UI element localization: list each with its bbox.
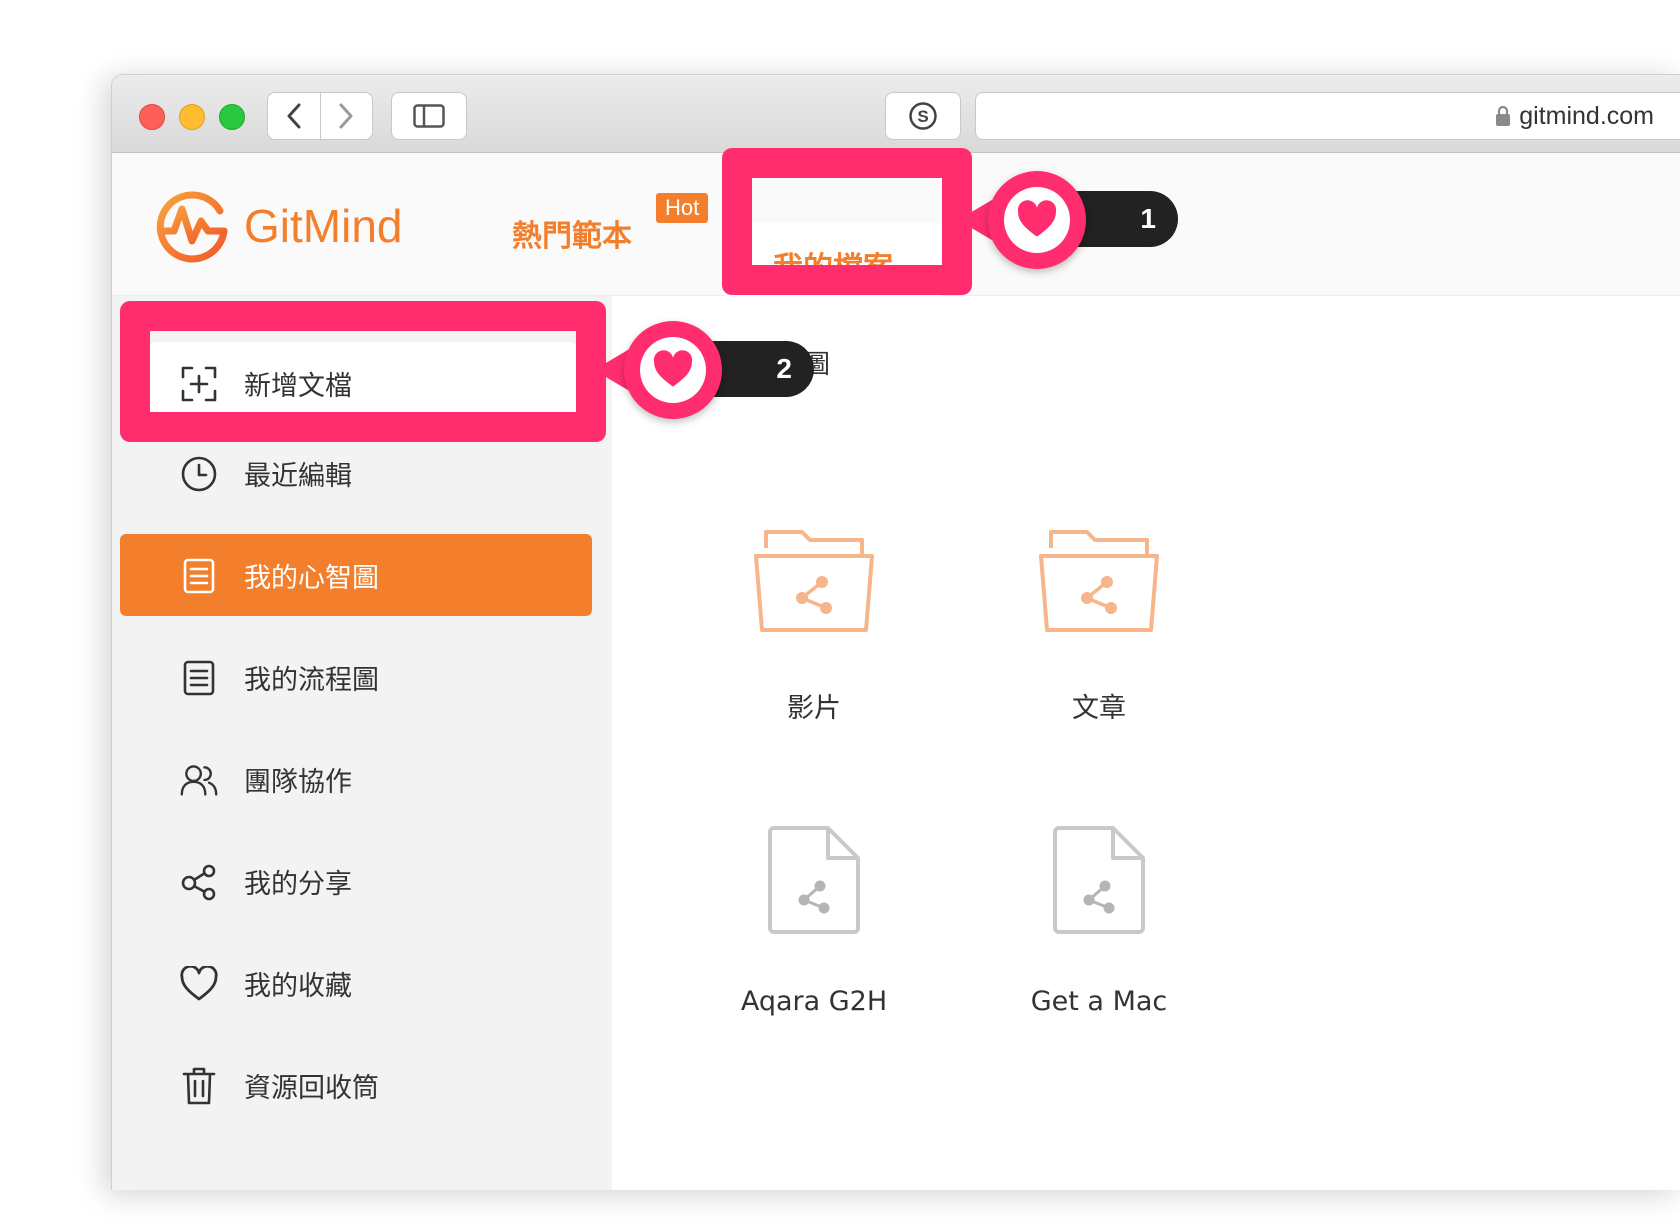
trash-icon [180, 1067, 218, 1105]
close-window-button[interactable] [139, 104, 165, 130]
sidebar-item-label: 最近編輯 [244, 460, 352, 492]
folder-icon [694, 516, 934, 636]
sidebar-item-label: 團隊協作 [244, 766, 352, 798]
folder-tile-articles[interactable]: 文章 [979, 516, 1219, 725]
chevron-left-icon [287, 103, 301, 129]
sidebar-item-trash[interactable]: 資源回收筒 [120, 1044, 592, 1126]
history-nav-group [267, 92, 373, 140]
mindmap-file-icon [694, 816, 934, 936]
url-text: gitmind.com [1519, 101, 1654, 130]
gitmind-logo-icon [156, 191, 228, 263]
sidebar-item-recent[interactable]: 最近編輯 [120, 432, 592, 514]
file-browser: 心智圖 影片 文章 [612, 296, 1680, 1190]
sidebar-item-label: 我的收藏 [244, 970, 352, 1002]
gitmind-logo[interactable]: GitMind [154, 187, 402, 265]
callout-bubble [988, 171, 1086, 269]
share-icon [180, 863, 218, 901]
tile-label: 影片 [787, 693, 841, 724]
document-icon [180, 557, 218, 595]
sidebar-item-label: 我的分享 [244, 868, 352, 900]
heart-icon [1017, 200, 1057, 237]
minimize-window-button[interactable] [179, 104, 205, 130]
back-button[interactable] [268, 93, 320, 139]
mindmap-file-icon [979, 816, 1219, 936]
s-circle-icon: S [909, 102, 937, 130]
zoom-window-button[interactable] [219, 104, 245, 130]
file-tile-aqara-g2h[interactable]: Aqara G2H [694, 816, 934, 1017]
heart-icon [653, 350, 693, 387]
team-icon [180, 761, 218, 799]
step-callout-2: 2 [594, 315, 816, 425]
step-callout-1: 1 [958, 165, 1180, 275]
chevron-right-icon [339, 103, 353, 129]
browser-titlebar: S gitmind.com [112, 75, 1680, 153]
heart-icon [180, 965, 218, 1003]
address-bar[interactable]: gitmind.com [975, 92, 1680, 140]
sidebar-item-my-mindmaps[interactable]: 我的心智圖 [120, 534, 592, 616]
highlight-frame-new-document [120, 301, 606, 442]
url-display: gitmind.com [1495, 93, 1654, 139]
sidebar-item-my-shares[interactable]: 我的分享 [120, 840, 592, 922]
logo-text: GitMind [244, 200, 403, 252]
tile-label: Aqara G2H [740, 986, 888, 1017]
callout-bubble [624, 321, 722, 419]
sidebar-item-label: 資源回收筒 [244, 1072, 379, 1104]
document-icon [180, 659, 218, 697]
sidebar-toggle-button[interactable] [391, 92, 467, 140]
sidebar-icon [413, 104, 445, 128]
tile-label: Get a Mac [1030, 986, 1168, 1017]
sidebar-item-label: 我的流程圖 [244, 664, 379, 696]
forward-button[interactable] [319, 93, 373, 139]
sidebar-item-label: 我的心智圖 [244, 562, 379, 594]
clock-icon [180, 455, 218, 493]
file-tile-get-a-mac[interactable]: Get a Mac [979, 816, 1219, 1017]
folder-icon [979, 516, 1219, 636]
folder-tile-video[interactable]: 影片 [694, 516, 934, 725]
lock-icon [1496, 105, 1511, 126]
extension-button[interactable]: S [885, 92, 961, 140]
hot-badge: Hot [656, 193, 709, 223]
sidebar-item-team[interactable]: 團隊協作 [120, 738, 592, 820]
highlight-frame-my-files [722, 148, 972, 295]
sidebar-item-favorites[interactable]: 我的收藏 [120, 942, 592, 1024]
tile-label: 文章 [1072, 693, 1126, 724]
svg-text:S: S [917, 107, 928, 126]
sidebar-item-my-flowcharts[interactable]: 我的流程圖 [120, 636, 592, 718]
nav-hot-templates[interactable]: 熱門範本 [512, 211, 632, 255]
